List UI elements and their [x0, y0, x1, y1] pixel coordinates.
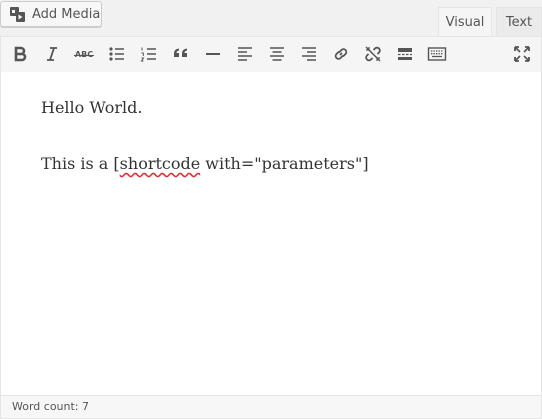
bulleted-list-button[interactable] — [103, 40, 131, 68]
bulleted-list-icon — [109, 47, 124, 61]
tab-text-label: Text — [505, 14, 533, 30]
horizontal-line-icon — [206, 53, 220, 55]
read-more-button[interactable] — [391, 40, 419, 68]
bold-button[interactable] — [6, 40, 34, 68]
status-bar: Word count: 7 — [1, 395, 541, 418]
align-right-button[interactable] — [295, 40, 323, 68]
tab-text[interactable]: Text — [496, 7, 542, 36]
add-media-button[interactable]: Add Media — [0, 1, 102, 27]
word-count: Word count: 7 — [12, 400, 90, 413]
misspelled-word: shortcode — [119, 154, 201, 173]
align-center-button[interactable] — [263, 40, 291, 68]
toolbar-toggle-button[interactable] — [423, 40, 451, 68]
align-left-button[interactable] — [231, 40, 259, 68]
bold-icon — [14, 46, 27, 62]
fullscreen-icon — [514, 46, 530, 62]
editor-header: Add Media Visual Text — [0, 0, 542, 37]
insert-link-button[interactable] — [327, 40, 355, 68]
content-paragraph-2: This is a [shortcode with="parameters"] — [41, 154, 369, 173]
read-more-icon — [398, 48, 412, 60]
add-media-label: Add Media — [32, 6, 101, 22]
media-icon — [9, 6, 26, 23]
formatting-toolbar: ABC — [1, 37, 541, 73]
blockquote-icon — [174, 48, 187, 57]
align-right-icon — [302, 47, 316, 61]
tab-visual[interactable]: Visual — [438, 7, 492, 36]
content-paragraph-1: Hello World. — [41, 98, 143, 117]
content-text-before: This is a [ — [41, 154, 120, 173]
tab-visual-label: Visual — [445, 14, 485, 30]
editor-frame: ABC — [0, 36, 542, 419]
numbered-list-icon — [140, 47, 156, 62]
italic-button[interactable] — [38, 40, 66, 68]
remove-link-button[interactable] — [359, 40, 387, 68]
strikethrough-button[interactable]: ABC — [70, 40, 98, 68]
italic-icon — [47, 47, 57, 61]
blockquote-button[interactable] — [167, 40, 195, 68]
align-left-icon — [238, 47, 252, 61]
content-text-after: with="parameters"] — [200, 154, 369, 173]
unlink-icon — [365, 46, 381, 62]
strikethrough-icon: ABC — [73, 50, 95, 59]
align-center-icon — [270, 47, 284, 61]
fullscreen-button[interactable] — [508, 40, 536, 68]
link-icon — [334, 48, 348, 60]
numbered-list-button[interactable] — [135, 40, 163, 68]
keyboard-icon — [427, 47, 447, 61]
horizontal-line-button[interactable] — [199, 40, 227, 68]
editor-content-area[interactable]: Hello World. This is a [shortcode with="… — [1, 72, 541, 395]
